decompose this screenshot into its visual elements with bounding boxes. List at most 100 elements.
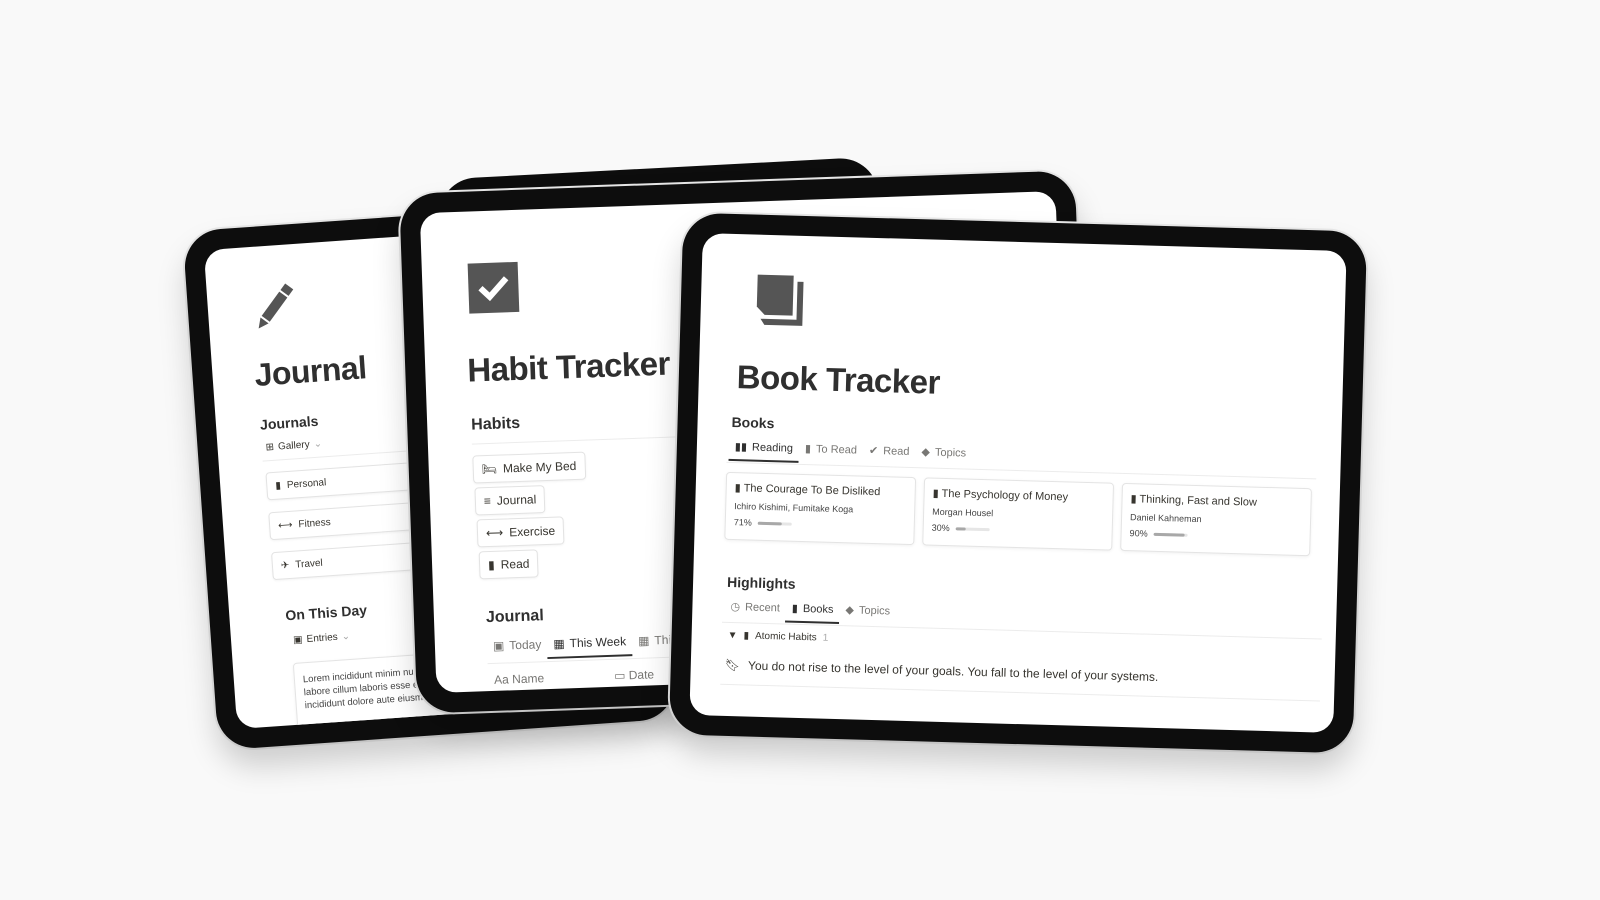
book-icon: ▮ <box>932 487 939 500</box>
journal-tabs: ▣ Today ▦ This Week ▦ This <box>487 628 684 657</box>
tab-topics[interactable]: ◆ Topics <box>839 599 896 622</box>
entries-view-switch[interactable]: ▣ Entries ⌄ <box>293 631 351 646</box>
tab-label: To Read <box>815 442 858 456</box>
chevron-down-icon: ⌄ <box>313 438 323 451</box>
progress-fill <box>955 527 966 531</box>
book-icon: ▮ <box>791 602 799 615</box>
tab-recent[interactable]: ◷ Recent <box>724 596 786 619</box>
progress-bar <box>757 521 792 526</box>
bookmark-icon: 🔖︎ <box>724 657 741 673</box>
progress-label: 90% <box>1129 528 1148 539</box>
page-title: Habit Tracker <box>466 344 671 389</box>
book-card[interactable]: ▮ The Courage To Be Disliked Ichiro Kish… <box>724 471 917 546</box>
divider <box>720 683 1321 702</box>
book-icon: ▮ <box>274 479 282 492</box>
page-title: Journal <box>253 349 368 393</box>
highlight-row[interactable]: 🔖︎ You do not rise to the level of your … <box>725 658 1159 684</box>
tab-topics[interactable]: ◆ Topics <box>915 441 972 464</box>
clock-icon: ◷ <box>730 601 741 614</box>
entries-label: Entries <box>306 631 339 645</box>
pencil-icon <box>248 278 300 337</box>
column-label: Date <box>628 667 655 683</box>
progress-fill <box>1153 532 1185 537</box>
tab-label: Topics <box>934 446 967 460</box>
tab-label: Today <box>509 637 542 653</box>
group-label: Atomic Habits <box>754 630 817 644</box>
tag-icon: ◆ <box>845 604 855 617</box>
book-icon: ▮ <box>804 443 812 456</box>
progress-label: 30% <box>931 522 950 534</box>
tab-this-week[interactable]: ▦ This Week <box>547 630 633 655</box>
tab-label: Topics <box>858 604 891 617</box>
on-this-day-heading: On This Day <box>284 601 368 624</box>
tab-books[interactable]: ▮ Books <box>786 598 840 620</box>
group-atomic-habits[interactable]: ▼ ▮ Atomic Habits 1 <box>727 630 828 644</box>
text-type-icon: Aa <box>493 672 510 687</box>
habit-exercise[interactable]: ⟷ Exercise <box>476 516 565 548</box>
airplane-icon: ✈ <box>280 559 290 572</box>
book-icon: ▮ <box>487 557 495 573</box>
book-icon: ▮ <box>1130 493 1137 506</box>
progress-bar <box>1153 532 1188 537</box>
book-icon <box>752 271 806 328</box>
tab-label: Books <box>802 602 834 616</box>
date-icon: ▭ <box>613 668 626 683</box>
tab-label: This Week <box>569 634 627 651</box>
progress-label: 71% <box>733 517 752 528</box>
book-card[interactable]: ▮ The Psychology of Money Morgan Housel … <box>922 477 1115 551</box>
habit-label: Journal <box>496 492 537 508</box>
highlights-tabs: ◷ Recent ▮ Books ◆ Topics <box>724 596 896 622</box>
tab-read[interactable]: ✔ Read <box>863 440 916 462</box>
book-icon: ▮ <box>734 482 741 495</box>
gallery-view-switch[interactable]: ⊞ Gallery ⌄ <box>265 438 322 453</box>
habits-heading: Habits <box>470 414 521 434</box>
tag-icon: ◆ <box>921 446 931 459</box>
tab-label: Recent <box>744 600 781 614</box>
pen-lines-icon: ≡ <box>483 493 492 509</box>
book-screen: Book Tracker Books ▮▮ Reading ▮ To Read ✔ R… <box>689 233 1347 733</box>
book-tablet: Book Tracker Books ▮▮ Reading ▮ To Read ✔ R… <box>668 212 1368 754</box>
habit-label: Read <box>500 556 530 572</box>
highlight-text: You do not rise to the level of your goa… <box>747 658 1159 684</box>
habit-make-my-bed[interactable]: 🛏︎ Make My Bed <box>472 451 586 484</box>
tab-today[interactable]: ▣ Today <box>487 633 548 657</box>
calendar-icon: ▣ <box>292 634 304 646</box>
gallery-item-label: Personal <box>286 476 327 491</box>
bed-icon: 🛏︎ <box>481 461 498 477</box>
dumbbell-icon: ⟷ <box>277 519 293 532</box>
tab-reading[interactable]: ▮▮ Reading <box>729 436 800 459</box>
triangle-down-icon[interactable]: ▼ <box>727 630 737 641</box>
book-title: The Courage To Be Disliked <box>743 482 881 499</box>
habit-journal[interactable]: ≡ Journal <box>474 485 546 516</box>
habit-label: Make My Bed <box>502 458 577 476</box>
tab-label: Read <box>883 444 910 458</box>
habit-label: Exercise <box>508 523 556 540</box>
gallery-label: Gallery <box>277 439 311 453</box>
book-title: Thinking, Fast and Slow <box>1139 493 1258 509</box>
habit-read[interactable]: ▮ Read <box>478 549 539 580</box>
books-tabs: ▮▮ Reading ▮ To Read ✔ Read ◆ Topics <box>729 436 973 464</box>
progress-bar <box>955 527 990 532</box>
open-book-icon: ▮▮ <box>734 441 748 454</box>
tab-label: Reading <box>751 441 794 455</box>
calendar-grid-icon: ▦ <box>637 633 650 648</box>
column-label: Name <box>511 671 545 687</box>
book-icon: ▮ <box>743 630 750 642</box>
books-heading: Books <box>731 413 775 432</box>
book-author: Daniel Kahneman <box>1129 512 1202 525</box>
calendar-week-icon: ▦ <box>553 636 565 651</box>
highlights-heading: Highlights <box>726 573 796 592</box>
book-card[interactable]: ▮ Thinking, Fast and Slow Daniel Kahnema… <box>1120 482 1312 557</box>
gallery-item-label: Travel <box>294 557 324 571</box>
progress-fill <box>757 521 782 526</box>
checkbox-icon <box>467 261 520 314</box>
book-author: Morgan Housel <box>932 506 994 519</box>
tab-to-read[interactable]: ▮ To Read <box>799 438 864 461</box>
column-date[interactable]: ▭ Date <box>614 667 655 682</box>
dumbbell-icon: ⟷ <box>485 525 504 541</box>
book-title: The Psychology of Money <box>941 487 1069 504</box>
journals-heading: Journals <box>259 412 319 433</box>
group-count: 1 <box>822 632 829 644</box>
check-circle-icon: ✔ <box>868 444 879 458</box>
column-name[interactable]: Aa Name <box>494 671 545 687</box>
